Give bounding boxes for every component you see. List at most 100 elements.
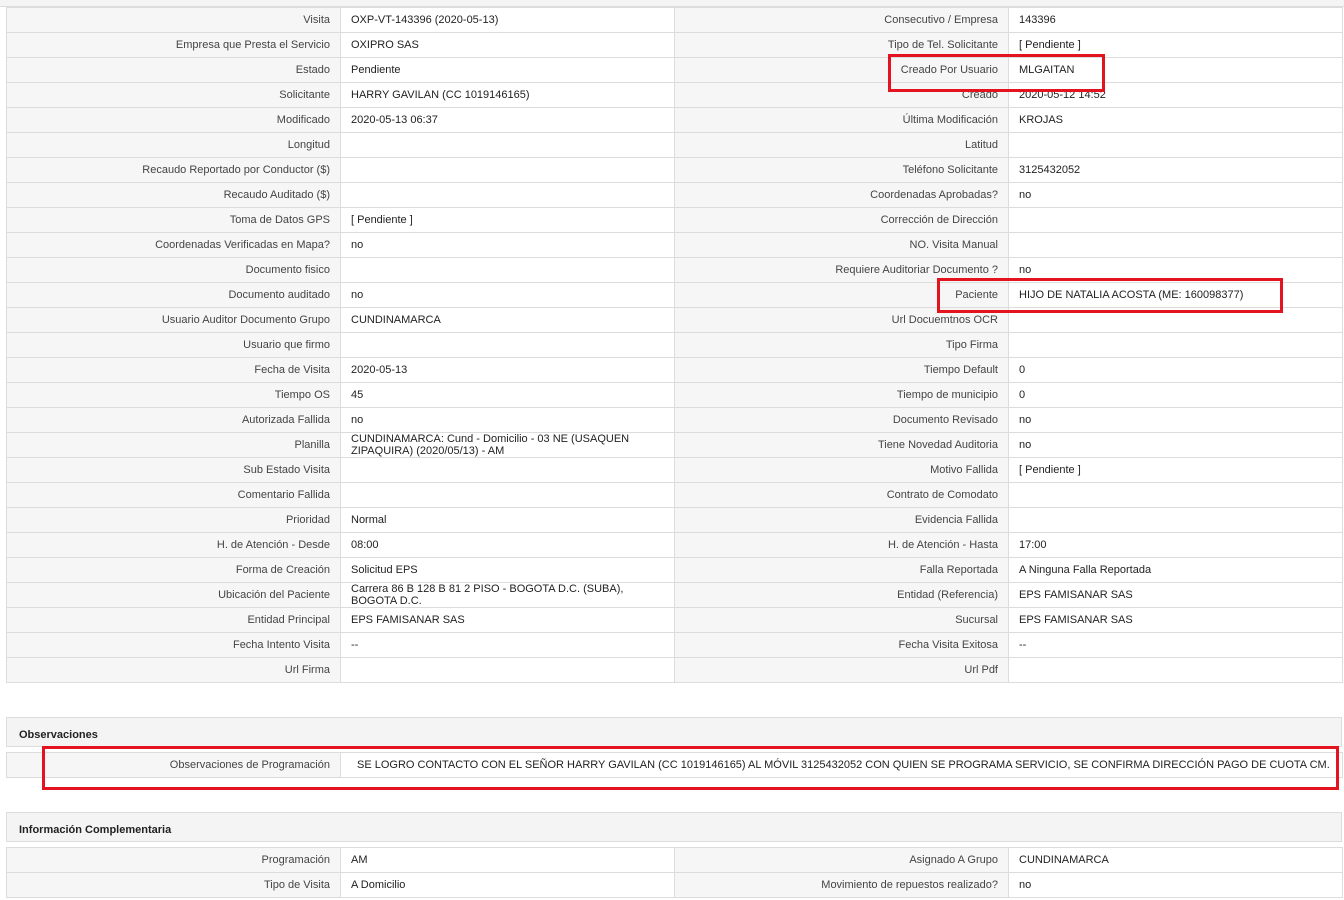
table-row: Recaudo Auditado ($) Coordenadas Aprobada…: [6, 182, 1343, 208]
visita-label: Visita: [6, 7, 341, 33]
visita-value: OXP-VT-143396 (2020-05-13): [340, 7, 675, 33]
h-de-atencion-hasta-label: H. de Atención - Hasta: [674, 532, 1009, 558]
entidad-principal-value: EPS FAMISANAR SAS: [340, 607, 675, 633]
fecha-de-visita-label: Fecha de Visita: [6, 357, 341, 383]
empresa-que-presta-el-servicio-value: OXIPRO SAS: [340, 32, 675, 58]
requiere-auditoriar-documento-label: Requiere Auditoriar Documento ?: [674, 257, 1009, 283]
complementaria-title: Información Complementaria: [19, 824, 172, 836]
estado-label: Estado: [6, 57, 341, 83]
table-row: Modificado 2020-05-13 06:37 Última Modific…: [6, 107, 1343, 133]
table-row: Documento auditado no Paciente HIJO DE NAT…: [6, 282, 1343, 308]
url-pdf-value: [1008, 657, 1343, 683]
table-row: Longitud Latitud: [6, 132, 1343, 158]
table-row: Recaudo Reportado por Conductor ($) Teléf…: [6, 157, 1343, 183]
latitud-label: Latitud: [674, 132, 1009, 158]
contrato-de-comodato-label: Contrato de Comodato: [674, 482, 1009, 508]
table-row: Fecha de Visita 2020-05-13 Tiempo Default…: [6, 357, 1343, 383]
asignado-a-grupo-value: CUNDINAMARCA: [1008, 847, 1343, 873]
table-row: Solicitante HARRY GAVILAN (CC 1019146165)…: [6, 82, 1343, 108]
observaciones-header: Observaciones: [6, 717, 1342, 747]
table-row: Coordenadas Verificadas en Mapa? no NO. V…: [6, 232, 1343, 258]
sucursal-label: Sucursal: [674, 607, 1009, 633]
falla-reportada-label: Falla Reportada: [674, 557, 1009, 583]
entidad-principal-label: Entidad Principal: [6, 607, 341, 633]
latitud-value: [1008, 132, 1343, 158]
table-row: Prioridad Normal Evidencia Fallida: [6, 507, 1343, 533]
observaciones-label: Observaciones de Programación: [6, 752, 341, 778]
fecha-intento-visita-value: --: [340, 632, 675, 658]
sucursal-value: EPS FAMISANAR SAS: [1008, 607, 1343, 633]
motivo-fallida-label: Motivo Fallida: [674, 457, 1009, 483]
table-row: Estado Pendiente Creado Por Usuario MLGAITA…: [6, 57, 1343, 83]
ubicacion-del-paciente-label: Ubicación del Paciente: [6, 582, 341, 608]
table-row: Documento fisico Requiere Auditoriar Docu…: [6, 257, 1343, 283]
no-visita-manual-label: NO. Visita Manual: [674, 232, 1009, 258]
correccion-de-direccion-value: [1008, 207, 1343, 233]
tipo-de-visita-label: Tipo de Visita: [6, 872, 341, 898]
documento-revisado-label: Documento Revisado: [674, 407, 1009, 433]
movimiento-de-repuestos-realizado-value: no: [1008, 872, 1343, 898]
recaudo-auditado-value: [340, 182, 675, 208]
tipo-de-tel-solicitante-label: Tipo de Tel. Solicitante: [674, 32, 1009, 58]
usuario-que-firmo-label: Usuario que firmo: [6, 332, 341, 358]
usuario-auditor-documento-grupo-value: CUNDINAMARCA: [340, 307, 675, 333]
modificado-label: Modificado: [6, 107, 341, 133]
solicitante-label: Solicitante: [6, 82, 341, 108]
table-row: Visita OXP-VT-143396 (2020-05-13) Consecut…: [6, 7, 1343, 33]
entidad-referencia-value: EPS FAMISANAR SAS: [1008, 582, 1343, 608]
tiempo-de-municipio-value: 0: [1008, 382, 1343, 408]
creado-label: Creado: [674, 82, 1009, 108]
tiempo-os-label: Tiempo OS: [6, 382, 341, 408]
recaudo-reportado-por-conductor-label: Recaudo Reportado por Conductor ($): [6, 157, 341, 183]
creado-por-usuario-label: Creado Por Usuario: [674, 57, 1009, 83]
sub-estado-visita-label: Sub Estado Visita: [6, 457, 341, 483]
telefono-solicitante-label: Teléfono Solicitante: [674, 157, 1009, 183]
tipo-firma-label: Tipo Firma: [674, 332, 1009, 358]
contrato-de-comodato-value: [1008, 482, 1343, 508]
observaciones-value: SE LOGRO CONTACTO CON EL SEÑOR HARRY GAV…: [340, 752, 1343, 778]
documento-auditado-label: Documento auditado: [6, 282, 341, 308]
recaudo-reportado-por-conductor-value: [340, 157, 675, 183]
correccion-de-direccion-label: Corrección de Dirección: [674, 207, 1009, 233]
table-row: Usuario Auditor Documento Grupo CUNDINAMA…: [6, 307, 1343, 333]
coordenadas-aprobadas-label: Coordenadas Aprobadas?: [674, 182, 1009, 208]
visit-details-table: Visita OXP-VT-143396 (2020-05-13) Consecut…: [6, 7, 1343, 683]
url-docuemtnos-ocr-label: Url Docuemtnos OCR: [674, 307, 1009, 333]
tiempo-de-municipio-label: Tiempo de municipio: [674, 382, 1009, 408]
url-pdf-label: Url Pdf: [674, 657, 1009, 683]
evidencia-fallida-value: [1008, 507, 1343, 533]
table-row: Entidad Principal EPS FAMISANAR SAS Sucurs…: [6, 607, 1343, 633]
requiere-auditoriar-documento-value: no: [1008, 257, 1343, 283]
longitud-value: [340, 132, 675, 158]
table-row: H. de Atención - Desde 08:00 H. de Atenció…: [6, 532, 1343, 558]
top-bar: [0, 0, 1344, 7]
planilla-label: Planilla: [6, 432, 341, 458]
table-row: Programación AM Asignado A Grupo CUNDINAMAR…: [6, 847, 1343, 873]
h-de-atencion-desde-value: 08:00: [340, 532, 675, 558]
table-row: Tiempo OS 45 Tiempo de municipio 0: [6, 382, 1343, 408]
observaciones-table: Observaciones de Programación SE LOGRO C…: [6, 752, 1343, 778]
table-row: Planilla CUNDINAMARCA: Cund - Domicilio -…: [6, 432, 1343, 458]
observaciones-title: Observaciones: [19, 729, 98, 741]
h-de-atencion-desde-label: H. de Atención - Desde: [6, 532, 341, 558]
table-row: Tipo de Visita A Domicilio Movimiento de r…: [6, 872, 1343, 898]
creado-por-usuario-value: MLGAITAN: [1008, 57, 1343, 83]
modificado-value: 2020-05-13 06:37: [340, 107, 675, 133]
documento-revisado-value: no: [1008, 407, 1343, 433]
tipo-de-visita-value: A Domicilio: [340, 872, 675, 898]
table-row: Url Firma Url Pdf: [6, 657, 1343, 683]
fecha-de-visita-value: 2020-05-13: [340, 357, 675, 383]
fecha-intento-visita-label: Fecha Intento Visita: [6, 632, 341, 658]
tiempo-default-value: 0: [1008, 357, 1343, 383]
url-docuemtnos-ocr-value: [1008, 307, 1343, 333]
table-row: Usuario que firmo Tipo Firma: [6, 332, 1343, 358]
fecha-visita-exitosa-label: Fecha Visita Exitosa: [674, 632, 1009, 658]
sub-estado-visita-value: [340, 457, 675, 483]
motivo-fallida-value: [ Pendiente ]: [1008, 457, 1343, 483]
entidad-referencia-label: Entidad (Referencia): [674, 582, 1009, 608]
paciente-value: HIJO DE NATALIA ACOSTA (ME: 160098377): [1008, 282, 1343, 308]
ubicacion-del-paciente-value: Carrera 86 B 128 B 81 2 PISO - BOGOTA D.…: [340, 582, 675, 608]
tiempo-os-value: 45: [340, 382, 675, 408]
movimiento-de-repuestos-realizado-label: Movimiento de repuestos realizado?: [674, 872, 1009, 898]
usuario-que-firmo-value: [340, 332, 675, 358]
